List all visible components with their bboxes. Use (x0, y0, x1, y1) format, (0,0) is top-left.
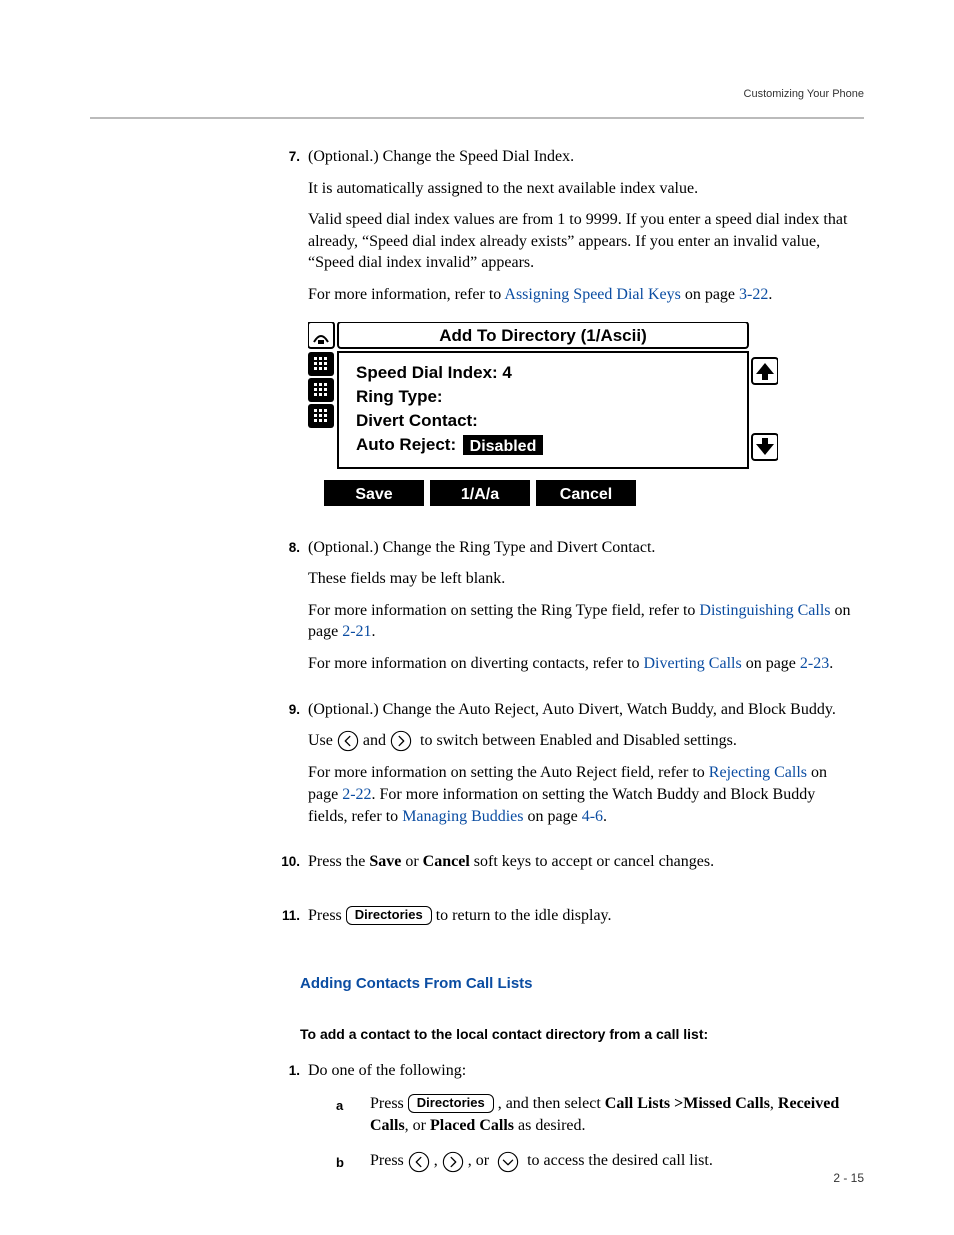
step-8-line1: (Optional.) Change the Ring Type and Div… (308, 537, 856, 559)
step-9-line2: Use and to switch between Enabled and Di… (308, 730, 856, 752)
step-8: 8. (Optional.) Change the Ring Type and … (300, 537, 856, 685)
screen-row2: Ring Type: (356, 387, 443, 406)
step-8-line2: These fields may be left blank. (308, 568, 856, 590)
screen-row4-label: Auto Reject: (356, 435, 456, 454)
step-number: 9. (272, 699, 308, 719)
step-number: 7. (272, 146, 308, 166)
page-number: 2 - 15 (833, 1171, 864, 1185)
link-diverting-calls[interactable]: Diverting Calls (643, 655, 741, 672)
step-7-line3: Valid speed dial index values are from 1… (308, 209, 856, 274)
link-page-4-6[interactable]: 4-6 (582, 808, 603, 825)
arrow-right-icon (442, 1151, 464, 1173)
link-page-2-22[interactable]: 2-22 (342, 786, 371, 803)
proc-1a-body: Press Directories , and then select Call… (370, 1093, 856, 1136)
step-9-line1: (Optional.) Change the Auto Reject, Auto… (308, 699, 856, 721)
link-managing-buddies[interactable]: Managing Buddies (402, 808, 523, 825)
header-rule (90, 117, 864, 119)
step-number: 8. (272, 537, 308, 557)
step-10-text: Press the Save or Cancel soft keys to ac… (308, 851, 856, 873)
step-number: 1. (272, 1060, 308, 1080)
step-number: 11. (272, 905, 308, 925)
step-9: 9. (Optional.) Change the Auto Reject, A… (300, 699, 856, 838)
screen-title: Add To Directory (1/Ascii) (439, 326, 647, 345)
screen-row1: Speed Dial Index: 4 (356, 363, 512, 382)
proc-step-1: 1. Do one of the following: a Press Dire… (300, 1060, 856, 1187)
phone-screenshot: Add To Directory (1/Ascii) Speed Dial In… (308, 322, 856, 509)
sub-letter-b: b (336, 1150, 370, 1172)
proc-1b-body: Press , , or to access the desired call … (370, 1150, 856, 1172)
running-head: Customizing Your Phone (744, 88, 864, 100)
step-8-line4: For more information on diverting contac… (308, 653, 856, 675)
step-7-line1: (Optional.) Change the Speed Dial Index. (308, 146, 856, 168)
directories-key: Directories (346, 906, 432, 925)
arrow-right-icon (390, 730, 412, 752)
step-7: 7. (Optional.) Change the Speed Dial Ind… (300, 146, 856, 523)
proc-1a: a Press Directories , and then select Ca… (336, 1093, 856, 1136)
link-page-3-22[interactable]: 3-22 (739, 286, 768, 303)
screen-row4-value: Disabled (470, 438, 537, 455)
link-assigning-speed-dial-keys[interactable]: Assigning Speed Dial Keys (504, 286, 680, 303)
step-9-line3: For more information on setting the Auto… (308, 762, 856, 827)
arrow-left-icon (337, 730, 359, 752)
main-content: 7. (Optional.) Change the Speed Dial Ind… (300, 146, 856, 1187)
softkey-cancel: Cancel (560, 486, 612, 503)
step-11: 11. Press Directories to return to the i… (300, 905, 856, 937)
step-number: 10. (272, 851, 308, 871)
arrow-left-icon (408, 1151, 430, 1173)
section-heading: Adding Contacts From Call Lists (300, 974, 856, 994)
screen-row3: Divert Contact: (356, 411, 478, 430)
step-7-line2: It is automatically assigned to the next… (308, 178, 856, 200)
step-7-line4: For more information, refer to Assigning… (308, 284, 856, 306)
arrow-down-icon (497, 1151, 519, 1173)
proc-1-text: Do one of the following: (308, 1060, 856, 1082)
softkey-save: Save (355, 486, 392, 503)
sub-letter-a: a (336, 1093, 370, 1115)
step-11-text: Press Directories to return to the idle … (308, 905, 856, 927)
link-distinguishing-calls[interactable]: Distinguishing Calls (699, 602, 830, 619)
link-page-2-23[interactable]: 2-23 (800, 655, 829, 672)
link-rejecting-calls[interactable]: Rejecting Calls (709, 764, 807, 781)
step-10: 10. Press the Save or Cancel soft keys t… (300, 851, 856, 883)
link-page-2-21[interactable]: 2-21 (342, 623, 371, 640)
softkey-mode: 1/A/a (461, 486, 499, 503)
directories-key: Directories (408, 1094, 494, 1113)
proc-1b: b Press , , or to access the desired cal… (336, 1150, 856, 1172)
step-8-line3: For more information on setting the Ring… (308, 600, 856, 643)
procedure-heading: To add a contact to the local contact di… (300, 1025, 856, 1044)
